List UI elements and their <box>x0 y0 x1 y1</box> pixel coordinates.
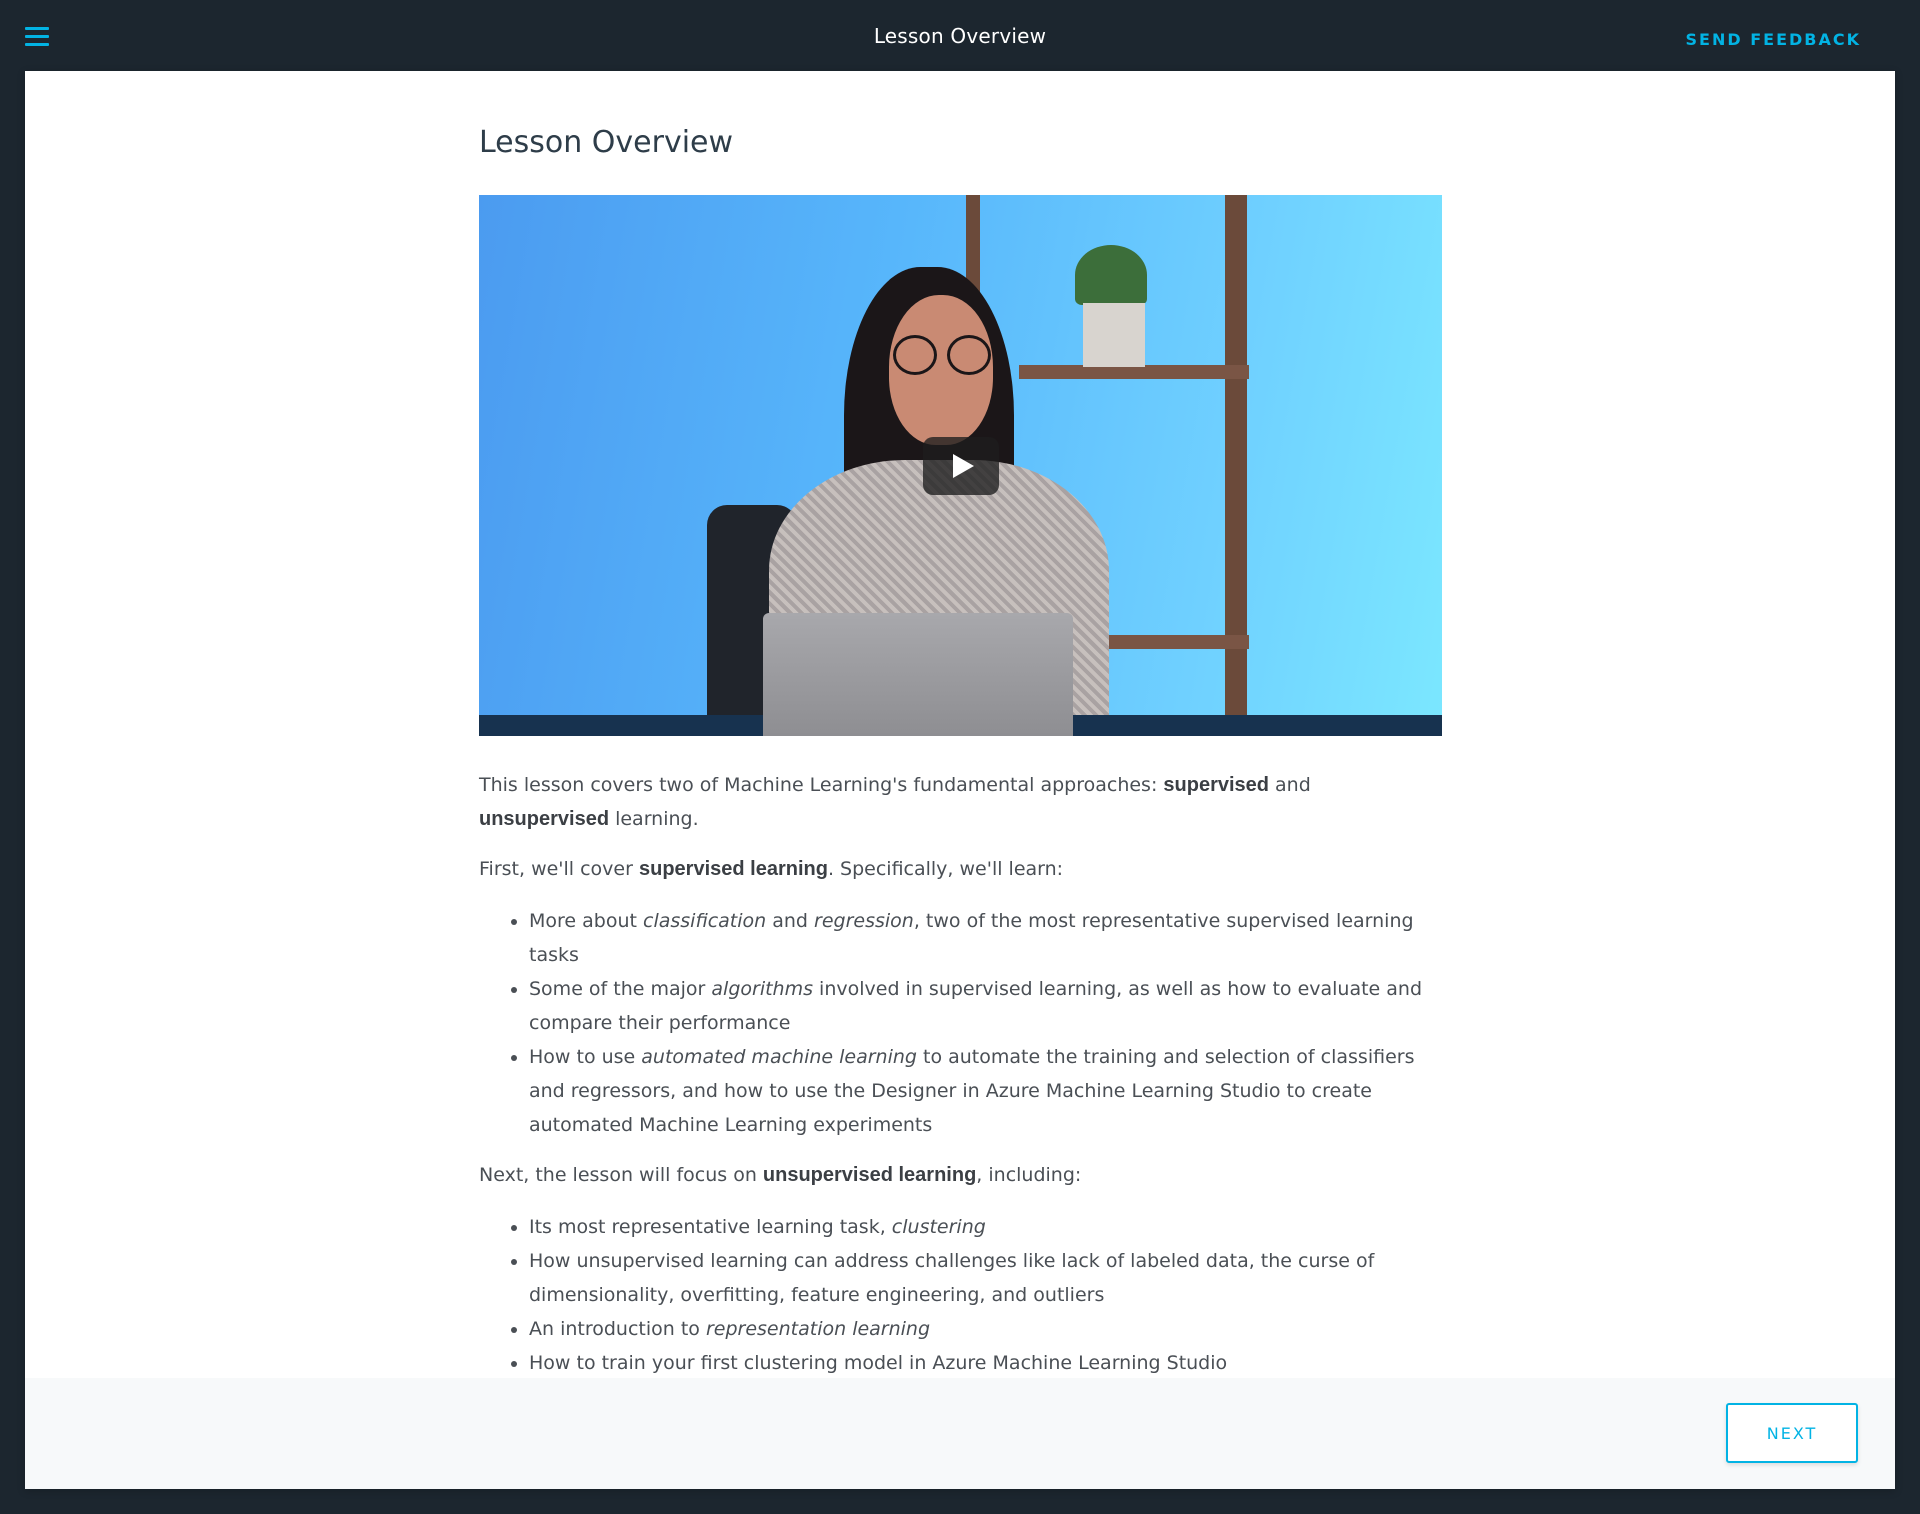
intro-text: and <box>1269 774 1311 796</box>
page-title: Lesson Overview <box>479 125 734 160</box>
list-item-text: How to use <box>529 1046 642 1068</box>
unsupervised-intro-paragraph: Next, the lesson will focus on unsupervi… <box>479 1158 1442 1192</box>
supervised-intro-bold: supervised learning <box>638 858 828 880</box>
list-item-text: Some of the major <box>529 978 712 1000</box>
intro-text: learning. <box>609 808 699 830</box>
list-item-italic: algorithms <box>711 978 814 1000</box>
supervised-intro-text: First, we'll cover <box>479 858 639 880</box>
list-item-text: Its most representative learning task, <box>529 1216 892 1238</box>
list-item-italic: classification <box>643 910 767 932</box>
list-item: Some of the major algorithms involved in… <box>529 972 1442 1040</box>
list-item-italic: clustering <box>891 1216 986 1238</box>
list-item: More about classification and regression… <box>529 904 1442 972</box>
list-item-italic: automated machine learning <box>641 1046 917 1068</box>
play-button[interactable] <box>923 437 999 495</box>
video-player[interactable] <box>479 195 1442 736</box>
intro-bold-supervised: supervised <box>1163 774 1269 796</box>
list-item-italic: regression <box>814 910 914 932</box>
play-icon <box>952 454 974 478</box>
intro-paragraph: This lesson covers two of Machine Learni… <box>479 768 1442 836</box>
intro-bold-unsupervised: unsupervised <box>479 808 610 830</box>
hamburger-menu-icon[interactable] <box>25 27 49 47</box>
header-title: Lesson Overview <box>873 23 1047 48</box>
list-item-text: How unsupervised learning can address ch… <box>529 1250 1375 1306</box>
list-item: An introduction to representation learni… <box>529 1312 1442 1346</box>
unsupervised-intro-bold: unsupervised learning <box>762 1164 977 1186</box>
unsupervised-intro-text: , including: <box>976 1164 1082 1186</box>
unsupervised-intro-text: Next, the lesson will focus on <box>479 1164 763 1186</box>
unsupervised-list: Its most representative learning task, c… <box>479 1210 1442 1380</box>
footer-bar: NEXT <box>25 1378 1895 1489</box>
list-item: How to train your first clustering model… <box>529 1346 1442 1380</box>
list-item: How to use automated machine learning to… <box>529 1040 1442 1142</box>
lesson-body: This lesson covers two of Machine Learni… <box>479 768 1442 1380</box>
supervised-intro-text: . Specifically, we'll learn: <box>827 858 1064 880</box>
send-feedback-button[interactable]: SEND FEEDBACK <box>1686 30 1861 49</box>
top-bar: Lesson Overview SEND FEEDBACK <box>0 0 1920 71</box>
list-item-text: How to train your first clustering model… <box>529 1352 1228 1374</box>
lesson-content: Lesson Overview This lesson covers two o… <box>479 123 1442 1380</box>
supervised-intro-paragraph: First, we'll cover supervised learning. … <box>479 852 1442 886</box>
list-item: How unsupervised learning can address ch… <box>529 1244 1442 1312</box>
lesson-panel: Lesson Overview This lesson covers two o… <box>25 71 1895 1489</box>
list-item: Its most representative learning task, c… <box>529 1210 1442 1244</box>
next-button[interactable]: NEXT <box>1726 1403 1858 1463</box>
list-item-text: and <box>766 910 815 932</box>
list-item-text: More about <box>529 910 643 932</box>
supervised-list: More about classification and regression… <box>479 904 1442 1142</box>
list-item-italic: representation learning <box>705 1318 931 1340</box>
list-item-text: An introduction to <box>529 1318 706 1340</box>
intro-text: This lesson covers two of Machine Learni… <box>479 774 1164 796</box>
